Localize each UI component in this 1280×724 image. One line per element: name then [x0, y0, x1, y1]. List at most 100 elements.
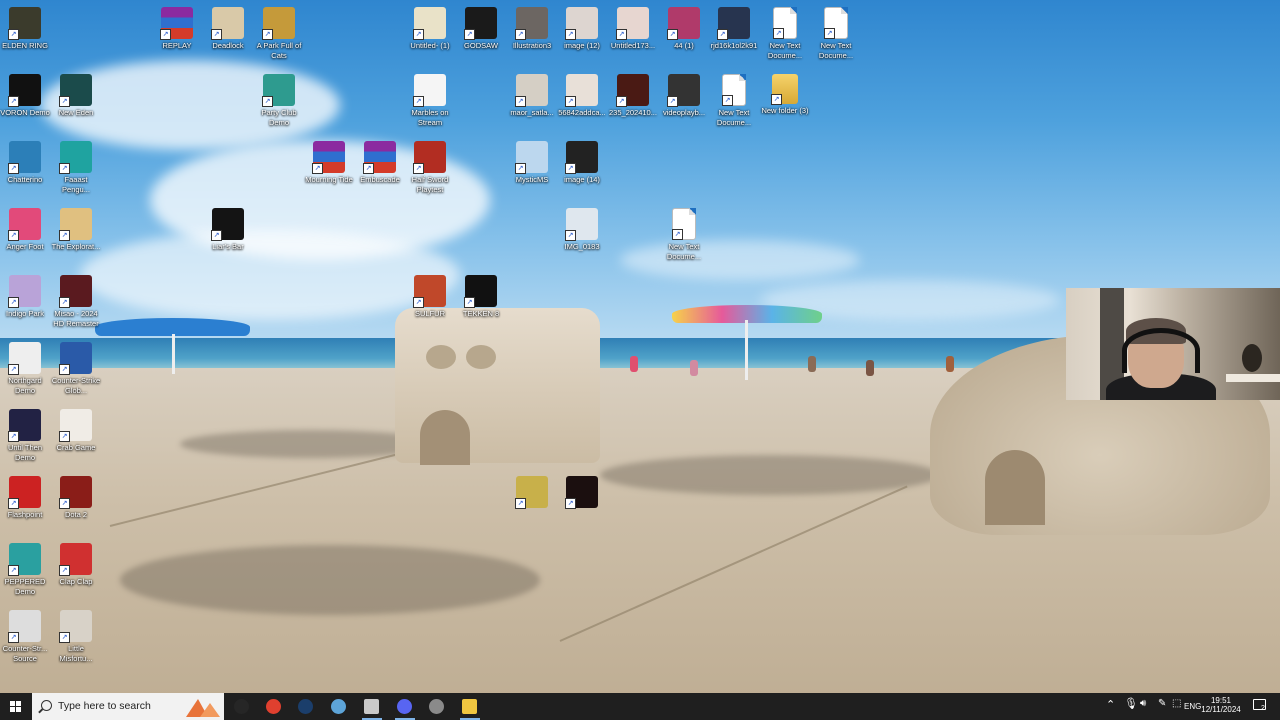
shortcut-arrow-icon: ↗	[8, 230, 19, 241]
chatterino-icon: ↗	[8, 141, 41, 174]
clock[interactable]: 19:51 12/11/2024	[1198, 693, 1244, 720]
desktop-icon-untitled173[interactable]: ↗ Untitled173...	[608, 7, 658, 51]
desktop-icon-marbles-on-stream[interactable]: ↗ Marbles on Stream	[405, 74, 455, 127]
taskbar-app-obs[interactable]	[226, 693, 258, 720]
desktop-icon-label: ELDEN RING	[2, 41, 48, 50]
maor-satla-icon: ↗	[515, 74, 548, 107]
desktop-icon-flashpoint[interactable]: ↗ Flashpoint	[0, 476, 50, 520]
desktop-icon-image-14[interactable]: ↗ image (14)	[557, 141, 607, 185]
desktop-icon-44-1[interactable]: ↗ 44 (1)	[659, 7, 709, 51]
desktop-icon-clap-clap[interactable]: ↗ Clap Clap	[51, 543, 101, 587]
desktop-icon-56842addca[interactable]: ↗ 56842addca...	[557, 74, 607, 118]
microphone-icon[interactable]: 🎙︎	[1124, 697, 1138, 710]
taskbar-app-chatterino[interactable]	[323, 693, 355, 720]
desktop-icon-new-text-docume[interactable]: ↗ New Text Docume...	[811, 7, 861, 60]
deadlock-icon: ↗	[211, 7, 244, 40]
desktop-icon-new-folder-3[interactable]: ↗ New folder (3)	[760, 74, 810, 116]
desktop-icon-mysticms[interactable]: ↗ MysticMS	[507, 141, 557, 185]
desktop-icon-mourning-tide[interactable]: ↗ Mourning Tide	[304, 141, 354, 185]
desktop-icon-label: Counter-Strike Glob...	[51, 376, 101, 395]
desktop-icon-new-text-docume[interactable]: ↗ New Text Docume...	[760, 7, 810, 60]
shortcut-arrow-icon: ↗	[8, 364, 19, 375]
desktop-icon-a-park-full-of-cats[interactable]: ↗ A Park Full of Cats	[254, 7, 304, 60]
sand-shadow	[120, 545, 540, 615]
network-icon[interactable]: ⬚	[1172, 698, 1181, 709]
desktop-icon-dota-2[interactable]: ↗ Dota 2	[51, 476, 101, 520]
desktop-icon-videoplayb[interactable]: ↗ videoplayb...	[659, 74, 709, 118]
taskbar-app-file-explorer[interactable]	[454, 693, 486, 720]
chevron-up-icon[interactable]: ⌃	[1106, 698, 1115, 711]
desktop-icon-liar-s-bar[interactable]: ↗ Liar's Bar	[203, 208, 253, 252]
desktop-icon-new-text-docume[interactable]: ↗ New Text Docume...	[659, 208, 709, 261]
desktop-icon-misao-2024-hd-remaster[interactable]: ↗ Misao - 2024 HD Remaster	[51, 275, 101, 328]
desktop-icon-counter-strike-glob[interactable]: ↗ Counter-Strike Glob...	[51, 342, 101, 395]
desktop-icon-little-misfortu[interactable]: ↗ Little Misfortu...	[51, 610, 101, 663]
shortcut-arrow-icon: ↗	[211, 29, 222, 40]
shortcut-arrow-icon: ↗	[515, 163, 526, 174]
shortcut-arrow-icon: ↗	[8, 565, 19, 576]
shortcut-arrow-icon: ↗	[565, 163, 576, 174]
desktop-icon-godsaw[interactable]: ↗ GODSAW	[456, 7, 506, 51]
desktop-icon-label: Party Club Demo	[261, 108, 297, 127]
desktop-icon-half-sword-playtest[interactable]: ↗ Half Sword Playtest	[405, 141, 455, 194]
desktop-icon-label: Illustration3	[512, 41, 552, 50]
desktop-icon-maor-satla[interactable]: ↗ maor_satla...	[507, 74, 557, 118]
taskbar-app-steam[interactable]	[290, 693, 322, 720]
taskbar-app-notes[interactable]	[356, 693, 388, 720]
notification-button[interactable]: 2	[1250, 693, 1270, 720]
desktop-icon-new-text-docume[interactable]: ↗ New Text Docume...	[709, 74, 759, 127]
start-button[interactable]	[0, 693, 32, 720]
desktop-icon-northgard-demo[interactable]: ↗ Northgard Demo	[0, 342, 50, 395]
desktop-icon-label: Flashpoint	[7, 510, 43, 519]
desktop-icon-embuscade[interactable]: ↗ Embuscade	[355, 141, 405, 185]
volume-icon[interactable]: 🔊︎	[1140, 698, 1146, 709]
shortcut-arrow-icon: ↗	[515, 96, 526, 107]
app-icon	[429, 699, 444, 714]
desktop-icon-image-12[interactable]: ↗ image (12)	[557, 7, 607, 51]
shortcut-arrow-icon: ↗	[59, 431, 70, 442]
desktop-icon-icon-45[interactable]: ↗	[507, 476, 557, 510]
desktop-icon-label: The Explorat...	[51, 242, 101, 251]
desktop-icon-img-0183[interactable]: ↗ IMG_0183	[557, 208, 607, 252]
desktop-icon-the-explorat[interactable]: ↗ The Explorat...	[51, 208, 101, 252]
shortcut-arrow-icon: ↗	[262, 29, 273, 40]
counter-str-source-icon: ↗	[8, 610, 41, 643]
desktop-icon-235-202410[interactable]: ↗ 235_202410...	[608, 74, 658, 118]
desktop-icon-chatterino[interactable]: ↗ Chatterino	[0, 141, 50, 185]
desktop-icon-tekken-8[interactable]: ↗ TEKKEN 8	[456, 275, 506, 319]
beachgoer	[946, 356, 954, 372]
taskbar-search-box[interactable]: Type here to search	[32, 693, 224, 720]
desktop-icon-anger-foot[interactable]: ↗ Anger Foot	[0, 208, 50, 252]
desktop-icon-new-eden[interactable]: ↗ New Eden	[51, 74, 101, 118]
taskbar-app-discord[interactable]	[389, 693, 421, 720]
image-14-icon: ↗	[565, 141, 598, 174]
desktop-icon-peppered-demo[interactable]: ↗ PEPPERED Demo	[0, 543, 50, 596]
icon-46-icon: ↗	[565, 476, 598, 509]
shortcut-arrow-icon: ↗	[59, 364, 70, 375]
obs-icon	[234, 699, 249, 714]
desktop-icon-label: maor_satla...	[510, 108, 554, 117]
desktop-icon-label: image (12)	[564, 41, 600, 50]
search-placeholder: Type here to search	[58, 700, 151, 712]
desktop-icon-deadlock[interactable]: ↗ Deadlock	[203, 7, 253, 51]
desktop-icon-sulfur[interactable]: ↗ SULFUR	[405, 275, 455, 319]
desktop-icon-party-club-demo[interactable]: ↗ Party Club Demo	[254, 74, 304, 127]
taskbar-app-app[interactable]	[421, 693, 453, 720]
desktop-icon-elden-ring[interactable]: ↗ ELDEN RING	[0, 7, 50, 51]
desktop-icon-rjd16k1ol2k91[interactable]: ↗ rjd16k1ol2k91	[709, 7, 759, 51]
desktop-icon-replay[interactable]: ↗ REPLAY	[152, 7, 202, 51]
taskbar-app-chrome[interactable]	[258, 693, 290, 720]
desktop-icon-illustration3[interactable]: ↗ Illustration3	[507, 7, 557, 51]
desktop-icon-faaast-pengu[interactable]: ↗ Faaast Pengu...	[51, 141, 101, 194]
pen-icon[interactable]: ✎	[1158, 698, 1166, 709]
desktop-icon-counter-str-source[interactable]: ↗ Counter-Str... Source	[0, 610, 50, 663]
desktop-icon-untitled-1[interactable]: ↗ Untitled- (1)	[405, 7, 455, 51]
desktop-icon-until-then-demo[interactable]: ↗ Until Then Demo	[0, 409, 50, 462]
desktop-icon-voron-demo[interactable]: ↗ VORON Demo	[0, 74, 50, 118]
shortcut-arrow-icon: ↗	[8, 29, 19, 40]
desktop-icon-crab-game[interactable]: ↗ Crab Game	[51, 409, 101, 453]
desktop-icon-icon-46[interactable]: ↗	[557, 476, 607, 510]
shortcut-arrow-icon: ↗	[59, 565, 70, 576]
desktop-icon-indigo-park[interactable]: ↗ Indigo Park	[0, 275, 50, 319]
indigo-park-icon: ↗	[8, 275, 41, 308]
